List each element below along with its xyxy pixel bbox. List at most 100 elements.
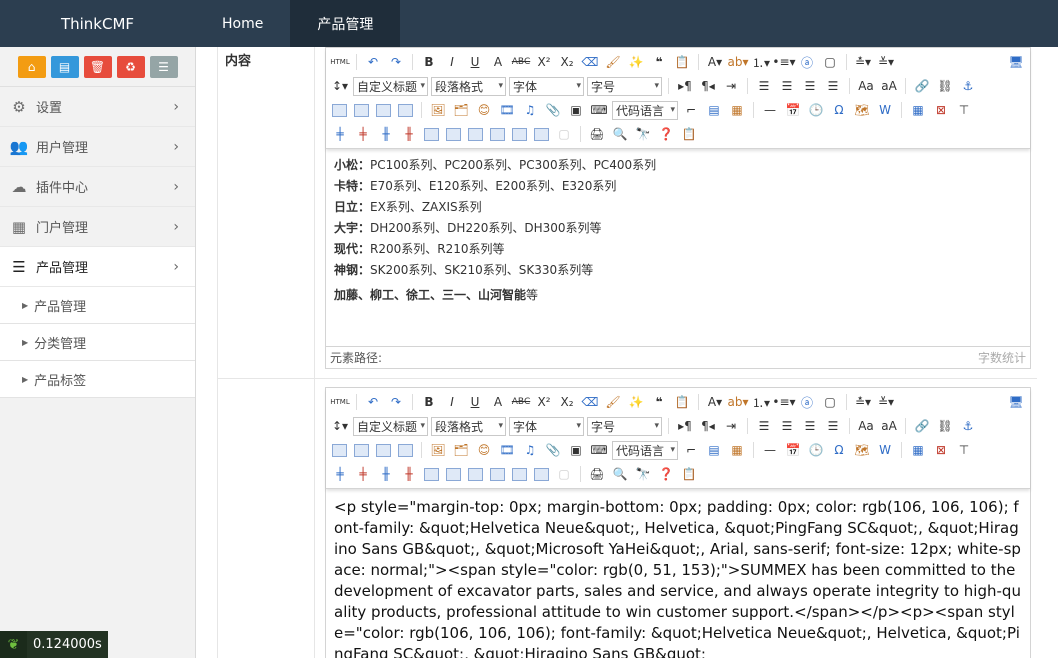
anchor-icon[interactable]: ⚓	[958, 417, 978, 435]
rich-text-editor-content[interactable]: HTML ↶ ↷ B I U A ABC X² X₂ ⌫ 🖌 ✨ ❝ 📋 A▾ …	[325, 47, 1031, 369]
sidebar-item-products[interactable]: ☰ 产品管理 ›	[0, 247, 195, 287]
uppercase-icon[interactable]: Aa	[856, 77, 876, 95]
template-icon[interactable]: ▤	[704, 101, 724, 119]
auto-format-icon[interactable]: ✨	[626, 53, 646, 71]
code-language-select[interactable]: 代码语言	[612, 100, 678, 120]
editor-body[interactable]: 小松：PC100系列、PC200系列、PC300系列、PC400系列 卡特：E7…	[326, 149, 1030, 312]
map-icon[interactable]: 🗺	[852, 441, 872, 459]
align-right-icon[interactable]: ☰	[800, 417, 820, 435]
undo-icon[interactable]: ↶	[363, 393, 383, 411]
nav-product-management[interactable]: 产品管理	[290, 0, 401, 47]
insert-image-icon[interactable]: 🗂	[451, 101, 471, 119]
underline-icon[interactable]: U	[465, 393, 485, 411]
font-size-select[interactable]: 字号	[587, 76, 662, 96]
insert-code-icon[interactable]: ⌨	[589, 441, 609, 459]
merge-down-icon[interactable]	[468, 467, 483, 481]
html-source-view[interactable]: <p style="margin-top: 0px; margin-bottom…	[326, 489, 1030, 658]
image-center-icon[interactable]	[398, 443, 413, 457]
paragraph-format-select[interactable]: 段落格式	[431, 76, 506, 96]
eraser-icon[interactable]: ⌫	[580, 393, 600, 411]
word-image-icon[interactable]: W	[875, 441, 895, 459]
music-icon[interactable]: ♫	[520, 101, 540, 119]
insert-video-icon[interactable]: 🎞	[497, 441, 517, 459]
unordered-list-icon[interactable]: •≡▾	[772, 393, 795, 411]
font-family-select[interactable]: 字体	[509, 416, 584, 436]
horizontal-rule-icon[interactable]: —	[760, 441, 780, 459]
special-char-icon[interactable]: Ω	[829, 441, 849, 459]
sidebar-subitem-product-tags[interactable]: ▶ 产品标签	[0, 361, 195, 398]
map-icon[interactable]: 🗺	[852, 101, 872, 119]
clear-doc-icon[interactable]: ▢	[820, 393, 840, 411]
word-image-icon[interactable]: W	[875, 101, 895, 119]
background-icon[interactable]: ▦	[727, 101, 747, 119]
align-justify-icon[interactable]: ☰	[823, 417, 843, 435]
home-shortcut-button[interactable]: ⌂	[17, 55, 46, 78]
emotion-icon[interactable]: 😊	[474, 441, 494, 459]
align-right-icon[interactable]: ☰	[800, 77, 820, 95]
recycle-shortcut-button[interactable]: ♻	[116, 55, 145, 78]
split-rows-icon[interactable]	[512, 467, 527, 481]
underline-icon[interactable]: U	[465, 53, 485, 71]
search-replace-icon[interactable]: 🔭	[633, 125, 653, 143]
select-all-icon[interactable]: ⓐ	[797, 393, 817, 411]
merge-cells-icon[interactable]	[424, 467, 439, 481]
list-shortcut-button[interactable]: ☰	[149, 55, 178, 78]
row-spacing-top-icon[interactable]: ≛▾	[853, 53, 873, 71]
font-size-select[interactable]: 字号	[587, 416, 662, 436]
date-icon[interactable]: 📅	[783, 441, 803, 459]
indent-icon[interactable]: ⇥	[721, 417, 741, 435]
uppercase-icon[interactable]: Aa	[856, 417, 876, 435]
rtl-icon[interactable]: ¶◂	[698, 77, 718, 95]
emotion-icon[interactable]: 😊	[474, 101, 494, 119]
line-height-icon[interactable]: ↕▾	[330, 77, 350, 95]
print-icon[interactable]: 🖨	[587, 125, 607, 143]
insert-row-icon[interactable]: ╪	[330, 125, 350, 143]
code-language-select[interactable]: 代码语言	[612, 440, 678, 460]
link-icon[interactable]: 🔗	[912, 77, 932, 95]
align-justify-icon[interactable]: ☰	[823, 77, 843, 95]
ordered-list-icon[interactable]: ⒈▾	[751, 393, 771, 411]
align-left-icon[interactable]: ☰	[754, 77, 774, 95]
bold-icon[interactable]: B	[419, 393, 439, 411]
merge-down-icon[interactable]	[468, 127, 483, 141]
unlink-icon[interactable]: ⛓	[935, 77, 955, 95]
insert-table-icon[interactable]: ▦	[908, 441, 928, 459]
trash-shortcut-button[interactable]: 🗑	[83, 55, 112, 78]
row-spacing-top-icon[interactable]: ≛▾	[853, 393, 873, 411]
preview-icon[interactable]: 🔍	[610, 465, 630, 483]
time-icon[interactable]: 🕒	[806, 101, 826, 119]
custom-title-select[interactable]: 自定义标题	[353, 76, 428, 96]
debug-trace-bar[interactable]: ❦ 0.124000s	[0, 631, 108, 658]
auto-format-icon[interactable]: ✨	[626, 393, 646, 411]
row-spacing-bottom-icon[interactable]: ≚▾	[876, 53, 896, 71]
insert-paragraph-before-table-icon[interactable]: ⊤	[954, 441, 974, 459]
help-icon[interactable]: ❓	[656, 465, 676, 483]
insert-paragraph-before-table-icon[interactable]: ⊤	[954, 101, 974, 119]
image-none-icon[interactable]	[354, 443, 369, 457]
attachment-icon[interactable]: 📎	[543, 441, 563, 459]
link-icon[interactable]: 🔗	[912, 417, 932, 435]
print-icon[interactable]: 🖨	[587, 465, 607, 483]
preview-icon[interactable]: 🔍	[610, 125, 630, 143]
delete-row-icon[interactable]: ╪	[353, 125, 373, 143]
music-icon[interactable]: ♫	[520, 441, 540, 459]
paragraph-format-select[interactable]: 段落格式	[431, 416, 506, 436]
drafts-icon[interactable]: 📋	[679, 465, 699, 483]
insert-image-icon[interactable]: 🗂	[451, 441, 471, 459]
font-border-icon[interactable]: A	[488, 53, 508, 71]
anchor-icon[interactable]: ⚓	[958, 77, 978, 95]
split-cols-icon[interactable]	[534, 127, 549, 141]
ltr-icon[interactable]: ▸¶	[675, 417, 695, 435]
sidebar-subitem-product-management[interactable]: ▶ 产品管理	[0, 287, 195, 324]
file-shortcut-button[interactable]: ▤	[50, 55, 79, 78]
help-icon[interactable]: ❓	[656, 125, 676, 143]
subscript-icon[interactable]: X₂	[557, 393, 577, 411]
nav-home[interactable]: Home	[195, 0, 290, 47]
special-char-icon[interactable]: Ω	[829, 101, 849, 119]
insert-col-icon[interactable]: ╫	[376, 465, 396, 483]
insert-col-icon[interactable]: ╫	[376, 125, 396, 143]
sidebar-item-settings[interactable]: ⚙ 设置 ›	[0, 87, 195, 127]
insert-frame-icon[interactable]: ▣	[566, 441, 586, 459]
merge-right-icon[interactable]	[446, 467, 461, 481]
insert-row-icon[interactable]: ╪	[330, 465, 350, 483]
